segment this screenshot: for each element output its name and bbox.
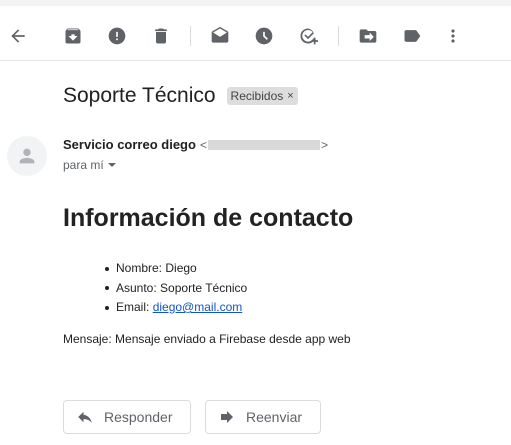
item-label: Email: xyxy=(116,300,150,314)
bullet-icon xyxy=(105,305,109,310)
item-value: Soporte Técnico xyxy=(160,280,248,295)
item-value: Diego xyxy=(165,261,197,275)
list-item: Asunto: Soporte Técnico xyxy=(105,279,247,299)
contact-details-list: Nombre: Diego Asunto: Soporte Técnico Em… xyxy=(105,259,247,318)
mark-unread-icon[interactable] xyxy=(208,24,232,48)
label-icon[interactable] xyxy=(400,24,424,48)
sender-email: < > xyxy=(200,138,328,152)
item-label: Nombre: xyxy=(116,261,163,275)
forward-button[interactable]: Reenviar xyxy=(205,400,321,434)
email-subject: Soporte Técnico xyxy=(63,84,216,107)
archive-icon[interactable] xyxy=(61,24,85,48)
sender-name[interactable]: Servicio correo diego xyxy=(63,137,196,152)
toolbar-divider xyxy=(338,26,339,46)
forward-icon xyxy=(221,411,233,423)
bullet-icon xyxy=(105,266,109,271)
toolbar xyxy=(0,12,511,61)
subject-row: Soporte Técnico Recibidos × xyxy=(63,82,298,110)
list-item: Email: diego@mail.com xyxy=(105,298,247,318)
sender-line: Servicio correo diego < > xyxy=(63,137,328,152)
snooze-icon[interactable] xyxy=(252,24,276,48)
recipient-details-toggle[interactable]: para mí xyxy=(63,158,116,172)
label-chip-text: Recibidos xyxy=(230,89,284,103)
bullet-icon xyxy=(105,286,109,291)
reply-icon xyxy=(78,411,92,423)
move-to-icon[interactable] xyxy=(356,24,380,48)
reply-label: Responder xyxy=(104,409,173,425)
email-open-bracket: < xyxy=(199,137,207,152)
back-arrow-icon[interactable] xyxy=(6,24,30,48)
email-link[interactable]: diego@mail.com xyxy=(153,298,243,318)
add-task-icon[interactable] xyxy=(296,24,320,48)
email-close-bracket: > xyxy=(320,137,328,152)
chevron-down-icon xyxy=(107,163,116,167)
avatar[interactable] xyxy=(7,136,47,176)
item-label: Asunto: xyxy=(116,280,157,295)
delete-icon[interactable] xyxy=(149,24,173,48)
redacted-email xyxy=(207,139,320,150)
recipient-label: para mí xyxy=(63,158,104,172)
forward-label: Reenviar xyxy=(246,409,303,425)
label-chip-inbox[interactable]: Recibidos × xyxy=(226,87,298,105)
message-text: Mensaje: Mensaje enviado a Firebase desd… xyxy=(63,332,351,346)
remove-label-icon[interactable]: × xyxy=(287,90,293,102)
report-spam-icon[interactable] xyxy=(105,24,129,48)
message-heading: Información de contacto xyxy=(63,204,354,232)
reply-button[interactable]: Responder xyxy=(63,400,191,434)
person-icon xyxy=(19,148,35,164)
list-item: Nombre: Diego xyxy=(105,259,247,279)
top-strip xyxy=(0,0,511,6)
more-vert-icon[interactable] xyxy=(441,24,465,48)
toolbar-divider xyxy=(190,26,191,46)
